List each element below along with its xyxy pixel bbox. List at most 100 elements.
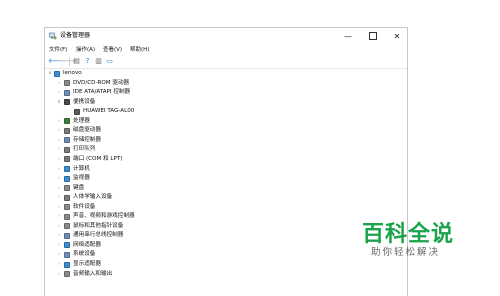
close-icon: ✕ xyxy=(393,32,401,41)
network-adapter-icon xyxy=(64,242,70,249)
tree-node[interactable]: › 人体学输入设备 xyxy=(45,193,407,203)
tree-node-label: IDE ATA/ATAPI 控制器 xyxy=(73,89,131,96)
menu-bar: 文件(F) 操作(A) 查看(V) 帮助(H) xyxy=(45,45,407,56)
tree-node[interactable]: › 软件设备 xyxy=(45,203,407,213)
toolbar: 🡐 🡒 ▤ ? ▥ ▭ xyxy=(45,56,407,69)
tree-node[interactable]: ∨ 便携设备 xyxy=(45,98,407,108)
help-icon[interactable]: ? xyxy=(83,57,92,66)
tree-node[interactable]: › 通用串行总线控制器 xyxy=(45,231,407,241)
tree-node[interactable]: › 显示适配器 xyxy=(45,260,407,270)
tree-node[interactable]: › 计算机 xyxy=(45,165,407,175)
expand-chevron-icon[interactable]: › xyxy=(56,79,62,89)
expand-chevron-icon[interactable]: › xyxy=(56,241,62,251)
expand-chevron-icon[interactable]: › xyxy=(56,117,62,127)
keyboard-icon xyxy=(64,185,70,192)
monitor-icon[interactable]: ▭ xyxy=(105,57,114,66)
usb-icon xyxy=(64,232,70,239)
maximize-icon xyxy=(369,31,377,40)
expand-chevron-icon[interactable]: › xyxy=(56,155,62,165)
toolbar-separator xyxy=(69,58,70,66)
menu-action[interactable]: 操作(A) xyxy=(76,46,95,55)
tree-node[interactable]: › 端口 (COM 和 LPT) xyxy=(45,155,407,165)
device-manager-app-icon xyxy=(49,32,57,40)
collapse-chevron-icon[interactable]: ∨ xyxy=(47,69,53,79)
tree-root-lenovo[interactable]: ∨ lenovo xyxy=(45,69,407,79)
computer-icon xyxy=(54,70,60,77)
tree-node-label: 键盘 xyxy=(73,184,85,191)
tree-node[interactable]: › 打印队列 xyxy=(45,145,407,155)
expand-chevron-icon[interactable]: › xyxy=(56,270,62,280)
dvd-drive-icon xyxy=(64,80,70,87)
computer-icon xyxy=(64,166,70,172)
watermark-subtitle: 助你轻松解决 xyxy=(371,247,441,258)
tree-node-label: 计算机 xyxy=(73,165,90,172)
device-tree: ∨ lenovo › DVD/CD-ROM 驱动器 › IDE ATA/ATAPI 控制器… xyxy=(45,69,407,296)
hid-icon xyxy=(64,194,70,201)
tree-node[interactable]: › 音频输入和输出 xyxy=(45,270,407,280)
tree-node-label: 系统设备 xyxy=(73,251,96,258)
maximize-button[interactable] xyxy=(362,28,384,45)
tree-child-node[interactable]: HUAWEI TAG-AL00 xyxy=(45,107,407,117)
properties-icon[interactable]: ▤ xyxy=(72,57,81,66)
details-icon[interactable]: ▥ xyxy=(94,57,103,66)
device-manager-window: 设备管理器 — ✕ 文件(F) 操作(A) 查看(V) 帮助(H) 🡐 🡒 ▤ … xyxy=(44,27,408,296)
tree-node-label: lenovo xyxy=(63,70,82,76)
forward-arrow-icon[interactable]: 🡒 xyxy=(58,57,77,66)
ide-controller-icon xyxy=(64,89,70,96)
expand-chevron-icon[interactable]: › xyxy=(56,203,62,213)
tree-node-label: 显示适配器 xyxy=(73,261,101,267)
tree-node-label: 便携设备 xyxy=(73,98,96,105)
tree-node[interactable]: › IDE ATA/ATAPI 控制器 xyxy=(45,88,407,98)
port-icon xyxy=(64,156,70,163)
expand-chevron-icon[interactable]: › xyxy=(56,174,62,184)
tree-node[interactable]: › 磁盘驱动器 xyxy=(45,126,407,136)
expand-chevron-icon[interactable]: › xyxy=(56,193,62,203)
tree-node-label: 人体学输入设备 xyxy=(73,194,113,201)
tree-node-label: 网络适配器 xyxy=(73,241,101,248)
tree-node[interactable]: › 网络适配器 xyxy=(45,241,407,251)
display-adapter-icon xyxy=(64,261,70,268)
expand-chevron-icon[interactable]: › xyxy=(56,126,62,136)
tree-node[interactable]: › 存储控制器 xyxy=(45,136,407,146)
expand-chevron-icon[interactable]: › xyxy=(56,165,62,175)
monitor-icon xyxy=(64,175,70,182)
tree-node[interactable]: › 键盘 xyxy=(45,184,407,194)
tree-node[interactable]: › 声音、视频和游戏控制器 xyxy=(45,212,407,222)
tree-node[interactable]: › 系统设备 xyxy=(45,250,407,260)
menu-file[interactable]: 文件(F) xyxy=(49,46,67,55)
disk-drive-icon xyxy=(64,127,70,134)
expand-chevron-icon[interactable]: › xyxy=(56,184,62,194)
expand-chevron-icon[interactable]: › xyxy=(56,145,62,155)
menu-view[interactable]: 查看(V) xyxy=(103,46,122,55)
tree-node[interactable]: › 处理器 xyxy=(45,117,407,127)
tree-node-label: HUAWEI TAG-AL00 xyxy=(83,108,135,115)
tree-node-label: 端口 (COM 和 LPT) xyxy=(73,155,123,162)
expand-chevron-icon[interactable]: › xyxy=(56,136,62,146)
expand-chevron-icon[interactable]: › xyxy=(56,260,62,270)
tree-node-label: 通用串行总线控制器 xyxy=(73,232,124,239)
tree-node-label: 监视器 xyxy=(73,175,90,182)
collapse-chevron-icon[interactable]: ∨ xyxy=(56,98,62,108)
audio-io-icon xyxy=(64,271,70,278)
processor-icon xyxy=(64,118,70,125)
tree-node[interactable]: › 鼠标和其他指针设备 xyxy=(45,222,407,232)
tree-node-label: 软件设备 xyxy=(73,203,96,210)
minimize-icon: — xyxy=(344,32,352,41)
title-bar[interactable]: 设备管理器 — ✕ xyxy=(45,28,407,45)
system-device-icon xyxy=(64,251,70,258)
minimize-button[interactable]: — xyxy=(337,28,359,45)
menu-help[interactable]: 帮助(H) xyxy=(130,46,149,55)
expand-chevron-icon[interactable]: › xyxy=(56,88,62,98)
tree-node[interactable]: › DVD/CD-ROM 驱动器 xyxy=(45,79,407,89)
close-button[interactable]: ✕ xyxy=(386,28,407,45)
tree-node[interactable]: › 监视器 xyxy=(45,174,407,184)
tree-node-label: 声音、视频和游戏控制器 xyxy=(73,213,135,220)
window-title: 设备管理器 xyxy=(60,32,91,39)
watermark-logo: 百科全说 助你轻松解决 xyxy=(362,223,462,259)
back-arrow-icon[interactable]: 🡐 xyxy=(48,57,67,66)
tree-node-label: 打印队列 xyxy=(73,146,96,153)
expand-chevron-icon[interactable]: › xyxy=(56,250,62,260)
expand-chevron-icon[interactable]: › xyxy=(56,231,62,241)
expand-chevron-icon[interactable]: › xyxy=(56,212,62,222)
expand-chevron-icon[interactable]: › xyxy=(56,222,62,232)
